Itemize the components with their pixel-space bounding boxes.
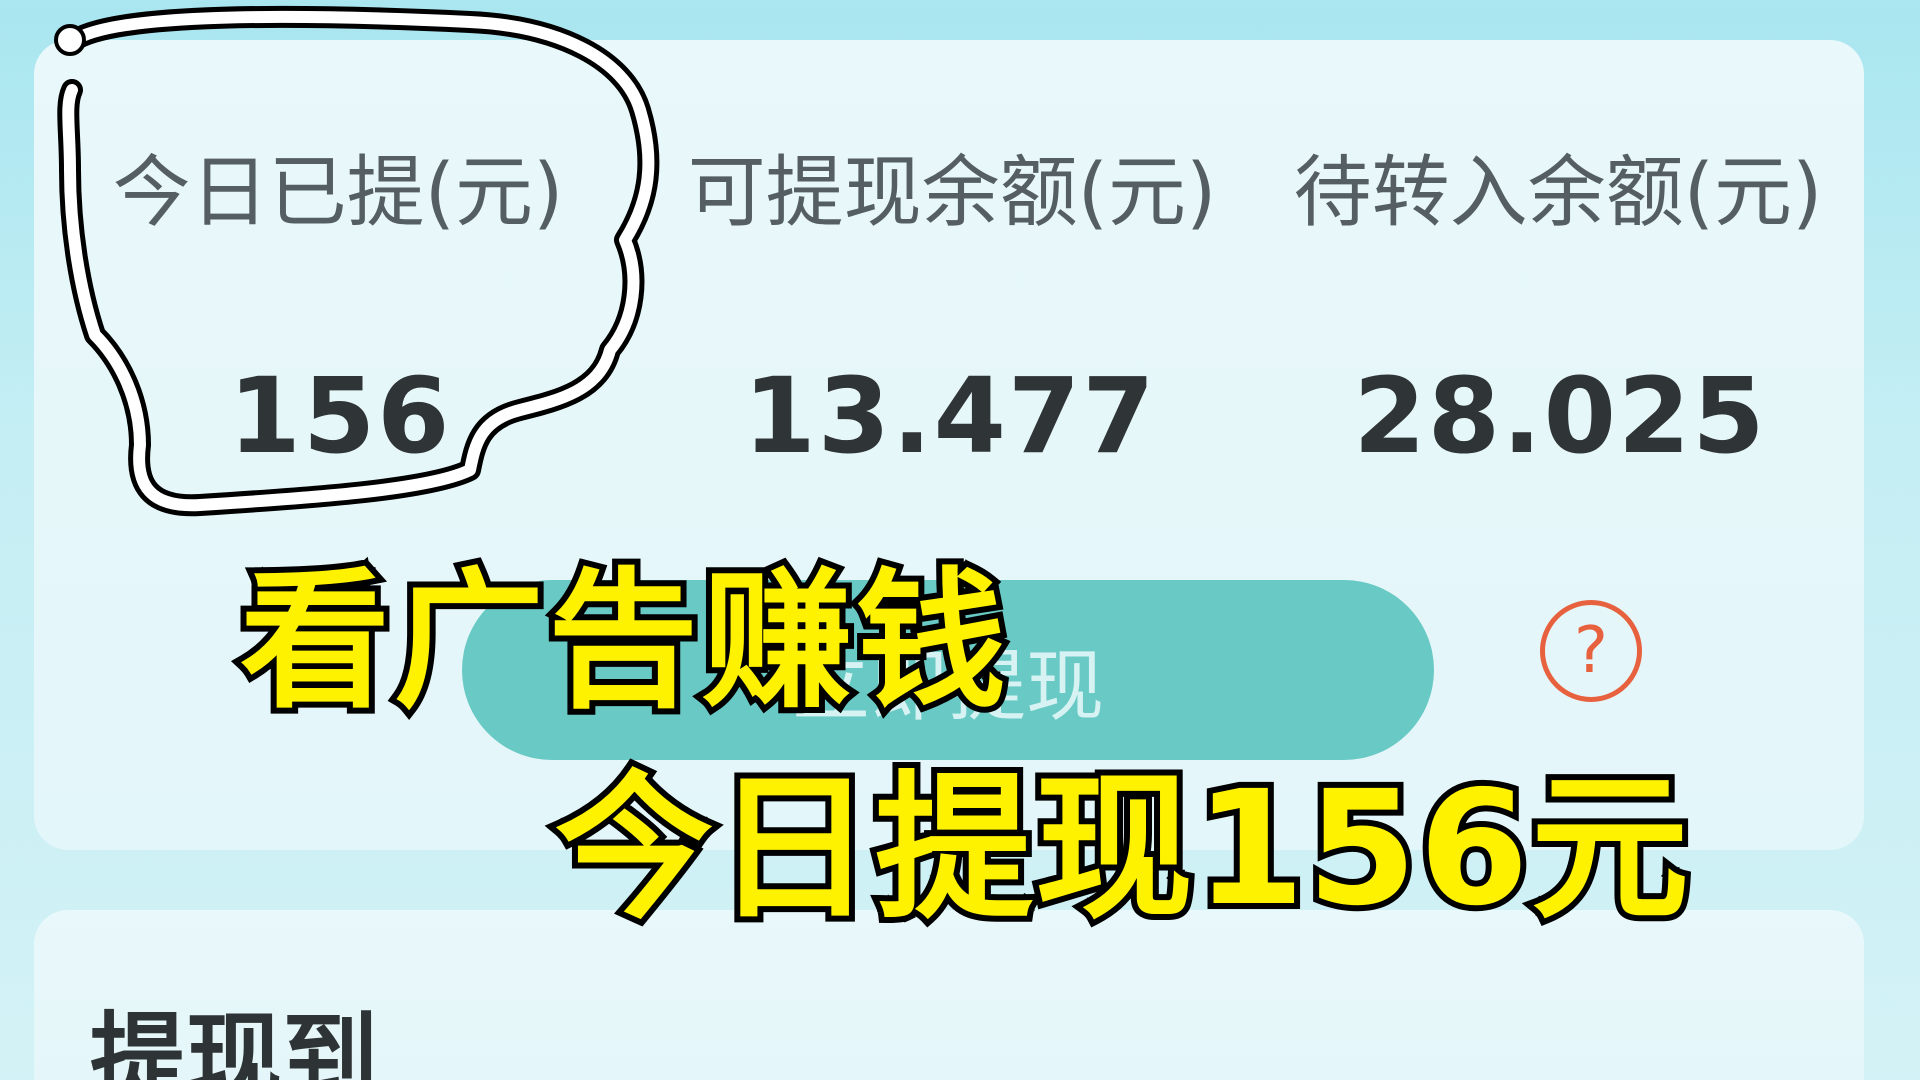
today-withdrawn-value: 156 bbox=[228, 355, 452, 477]
today-withdrawn-label: 今日已提(元) bbox=[112, 148, 564, 238]
question-mark-circle-icon[interactable]: ? bbox=[1540, 600, 1642, 702]
withdraw-to-title: 提现到 bbox=[90, 1002, 378, 1080]
promo-caption-line1: 看广告赚钱 bbox=[234, 549, 1012, 735]
withdrawable-balance-value: 13.477 bbox=[743, 355, 1157, 477]
withdrawable-balance-label: 可提现余额(元) bbox=[687, 148, 1217, 238]
pending-balance-label: 待转入余额(元) bbox=[1293, 148, 1823, 238]
promo-caption-line2: 今日提现156元 bbox=[549, 751, 1695, 947]
help-glyph: ? bbox=[1574, 614, 1608, 688]
pending-balance-value: 28.025 bbox=[1353, 355, 1767, 477]
